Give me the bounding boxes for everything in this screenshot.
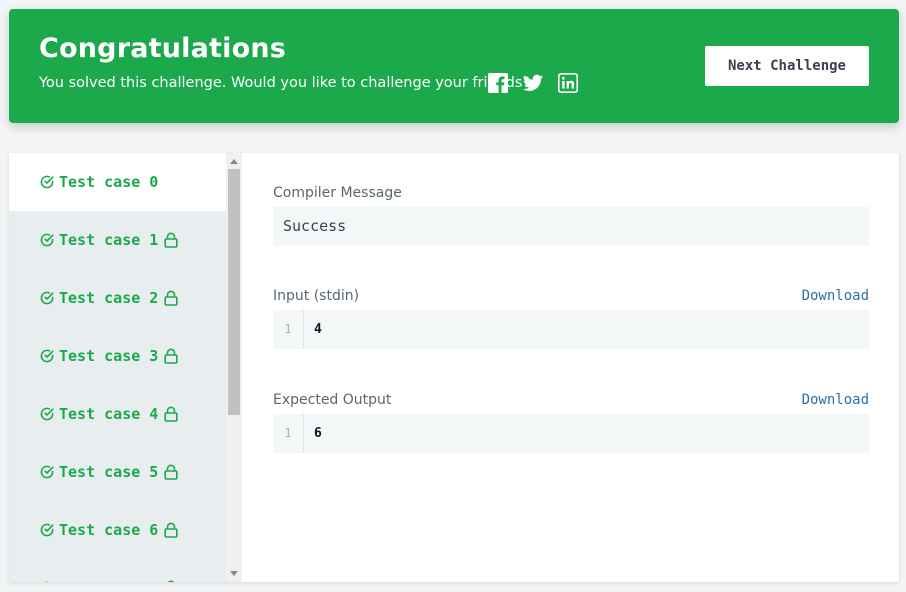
test-case-label: Test case 5 xyxy=(59,463,159,481)
test-case-label: Test case 6 xyxy=(59,521,159,539)
test-case-item-1[interactable]: Test case 1 xyxy=(9,211,226,269)
expected-value: 6 xyxy=(314,426,322,441)
test-case-item-7[interactable]: Test case 7 xyxy=(9,559,226,582)
check-circle-icon xyxy=(40,349,54,363)
lock-icon xyxy=(164,464,178,480)
input-line-number: 1 xyxy=(273,310,304,349)
test-case-item-6[interactable]: Test case 6 xyxy=(9,501,226,559)
test-case-item-5[interactable]: Test case 5 xyxy=(9,443,226,501)
test-case-detail: Compiler Message Success Input (stdin) D… xyxy=(273,153,869,582)
test-case-item-3[interactable]: Test case 3 xyxy=(9,327,226,385)
expected-output-box: 1 6 xyxy=(273,414,869,453)
facebook-icon[interactable] xyxy=(488,73,508,93)
expected-line-number: 1 xyxy=(273,414,304,453)
success-banner: Congratulations You solved this challeng… xyxy=(9,9,899,123)
check-circle-icon xyxy=(40,175,54,189)
test-case-item-0[interactable]: Test case 0 xyxy=(9,153,226,211)
compiler-message-label: Compiler Message xyxy=(273,185,402,201)
test-case-item-4[interactable]: Test case 4 xyxy=(9,385,226,443)
test-case-item-2[interactable]: Test case 2 xyxy=(9,269,226,327)
input-box: 1 4 xyxy=(273,310,869,349)
test-case-label: Test case 7 xyxy=(59,579,158,582)
test-case-label: Test case 1 xyxy=(59,231,159,249)
scroll-thumb[interactable] xyxy=(228,169,240,415)
test-case-label: Test case 3 xyxy=(59,347,159,365)
input-label: Input (stdin) xyxy=(273,288,360,304)
linkedin-icon[interactable] xyxy=(558,73,578,93)
banner-subtitle: You solved this challenge. Would you lik… xyxy=(39,75,531,91)
lock-icon xyxy=(164,522,178,538)
test-case-list: Test case 0 Test case 1 Test case 2 Test ca… xyxy=(9,153,226,582)
expected-download-link[interactable]: Download xyxy=(802,392,869,408)
banner-title: Congratulations xyxy=(39,33,287,64)
lock-icon xyxy=(164,348,178,364)
check-circle-icon xyxy=(40,407,54,421)
lock-icon xyxy=(168,580,175,582)
scroll-down-arrow[interactable] xyxy=(230,571,238,576)
check-circle-icon xyxy=(40,291,54,305)
test-case-label: Test case 4 xyxy=(59,405,159,423)
next-challenge-button[interactable]: Next Challenge xyxy=(705,46,869,86)
lock-icon xyxy=(164,232,178,248)
twitter-icon[interactable] xyxy=(523,73,543,93)
input-value: 4 xyxy=(314,322,322,337)
check-circle-icon xyxy=(44,581,50,582)
compiler-message: Success xyxy=(273,207,869,246)
expected-output-label: Expected Output xyxy=(273,392,392,408)
scroll-up-arrow[interactable] xyxy=(230,159,238,164)
check-circle-icon xyxy=(40,465,54,479)
lock-icon xyxy=(164,406,178,422)
test-results-panel: Test case 0 Test case 1 Test case 2 Test ca… xyxy=(9,153,899,582)
lock-icon xyxy=(164,290,178,306)
check-circle-icon xyxy=(40,523,54,537)
check-circle-icon xyxy=(40,233,54,247)
test-case-label: Test case 2 xyxy=(59,289,159,307)
test-case-scrollbar[interactable] xyxy=(226,153,242,582)
test-case-label: Test case 0 xyxy=(59,173,159,191)
input-download-link[interactable]: Download xyxy=(802,288,869,304)
